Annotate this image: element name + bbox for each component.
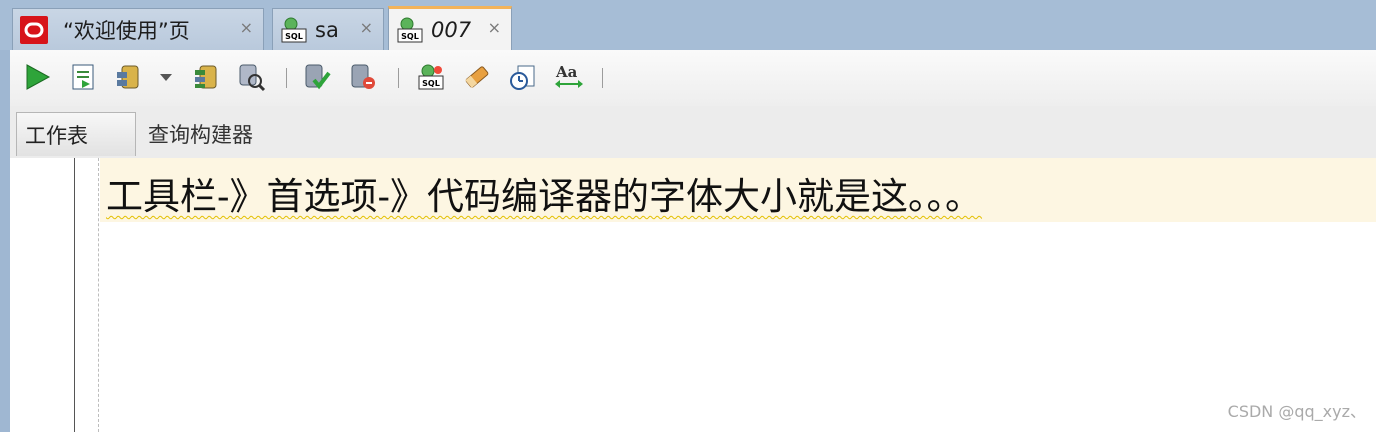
watermark: CSDN @qq_xyz、 <box>1227 402 1366 421</box>
sql-worksheet-icon: SQL <box>279 15 309 45</box>
sql-history-icon[interactable] <box>346 60 380 94</box>
toolbar-separator <box>602 68 603 88</box>
tab-label: 007 <box>431 17 472 42</box>
oracle-logo-icon <box>19 15 49 45</box>
toolbar-separator <box>398 68 399 88</box>
commit-icon[interactable] <box>112 60 146 94</box>
tab-label: “欢迎使用”页 <box>63 18 190 43</box>
svg-text:SQL: SQL <box>422 79 440 88</box>
dropdown-arrow-icon[interactable] <box>156 60 176 94</box>
tab-welcome[interactable]: “欢迎使用”页 × <box>12 8 264 50</box>
worksheet-mode-tabs: 工作表 查询构建器 <box>10 106 1376 160</box>
eraser-icon[interactable] <box>460 60 494 94</box>
svg-text:SQL: SQL <box>401 32 419 41</box>
fold-margin <box>98 158 99 432</box>
tab-worksheet[interactable]: 工作表 <box>16 112 136 156</box>
sql-tuning-icon[interactable]: SQL <box>414 60 448 94</box>
explain-plan-icon[interactable] <box>234 60 268 94</box>
autotrace-icon[interactable] <box>300 60 334 94</box>
svg-text:SQL: SQL <box>285 32 303 41</box>
worksheet-toolbar: SQL Aa <box>10 50 1376 107</box>
tab-query-builder[interactable]: 查询构建器 <box>148 112 253 156</box>
tab-007[interactable]: SQL 007 × <box>388 6 512 50</box>
close-icon[interactable]: × <box>240 18 253 37</box>
svg-text:Aa: Aa <box>555 63 578 81</box>
run-statement-icon[interactable] <box>20 60 54 94</box>
code-line[interactable]: 工具栏-》首选项-》代码编译器的字体大小就是这。。。 <box>106 166 982 220</box>
close-icon[interactable]: × <box>488 18 501 37</box>
close-icon[interactable]: × <box>360 18 373 37</box>
code-editor[interactable]: 工具栏-》首选项-》代码编译器的字体大小就是这。。。 CSDN @qq_xyz、 <box>10 158 1376 432</box>
format-case-icon[interactable]: Aa <box>552 60 586 94</box>
sql-worksheet-icon: SQL <box>395 15 425 45</box>
line-number-gutter <box>16 158 75 432</box>
run-script-icon[interactable] <box>66 60 100 94</box>
clear-icon[interactable] <box>506 60 540 94</box>
rollback-icon[interactable] <box>190 60 224 94</box>
toolbar-separator <box>286 68 287 88</box>
tab-sa[interactable]: SQL sa × <box>272 8 384 50</box>
document-tab-bar: “欢迎使用”页 × SQL sa × SQL 007 × <box>0 0 1376 50</box>
tab-label: sa <box>315 17 339 42</box>
